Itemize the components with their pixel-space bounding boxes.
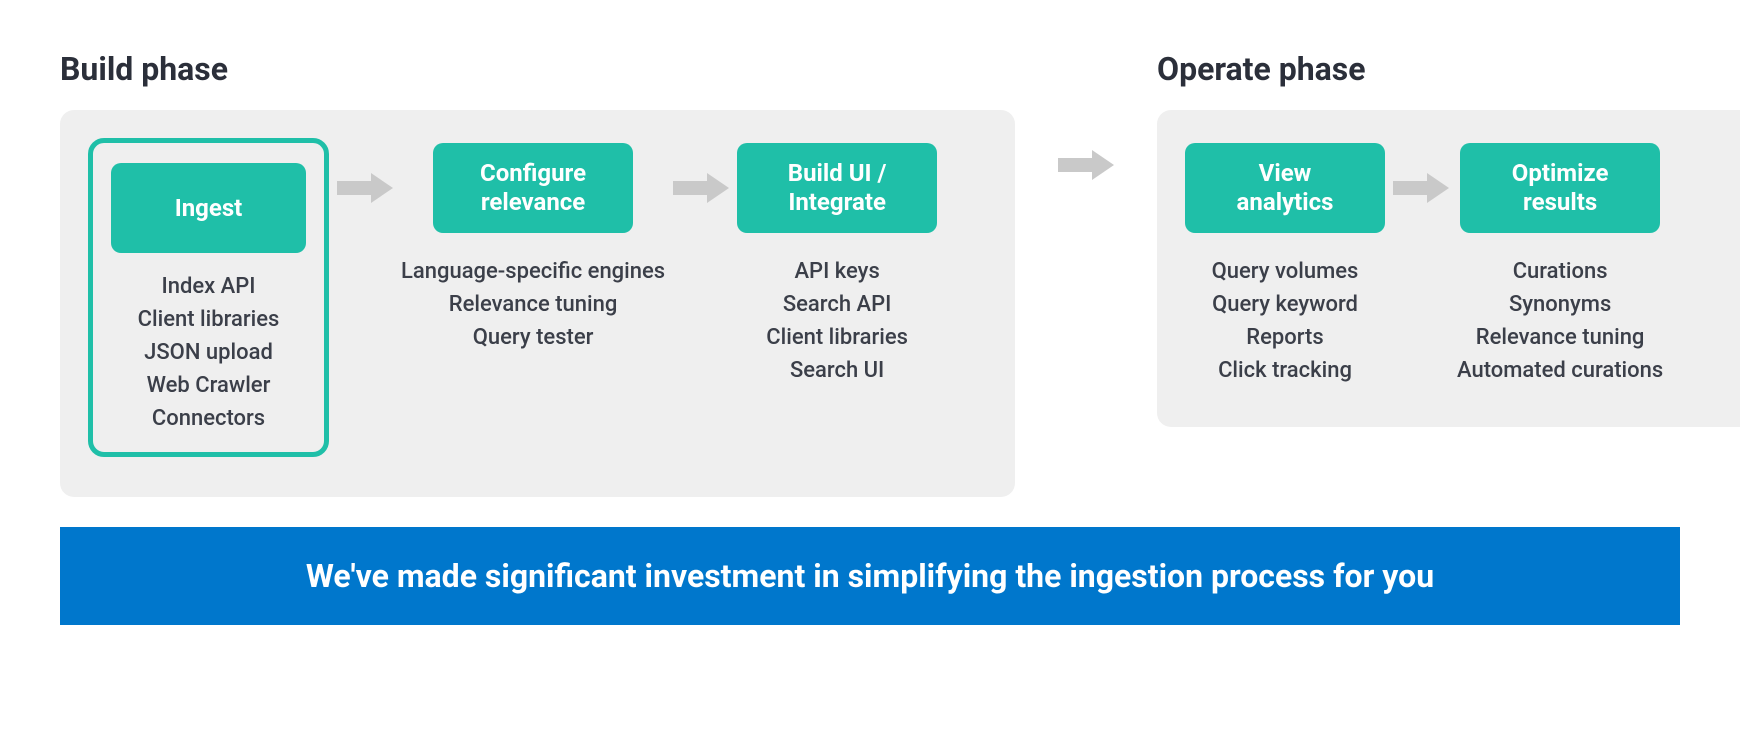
- feature: Query tester: [473, 322, 594, 354]
- step-build-ui: Build UI / Integrate API keys Search API…: [737, 138, 937, 387]
- operate-phase-title: Operate phase: [1157, 50, 1740, 88]
- build-ui-label-1: Build UI /: [788, 159, 887, 187]
- ingest-highlight-ring: Ingest Index API Client libraries JSON u…: [88, 138, 329, 457]
- feature: API keys: [794, 256, 879, 288]
- build-ui-box: Build UI / Integrate: [737, 143, 937, 233]
- feature: Reports: [1246, 322, 1323, 354]
- configure-label-2: relevance: [481, 188, 585, 216]
- feature: Automated curations: [1457, 355, 1663, 387]
- feature: Search API: [783, 289, 892, 321]
- optimize-label-1: Optimize: [1512, 159, 1609, 187]
- ingest-label: Ingest: [175, 194, 243, 223]
- phases-row: Build phase Ingest Index API Client libr…: [60, 50, 1680, 497]
- feature: Relevance tuning: [449, 289, 618, 321]
- step-optimize: Optimize results Curations Synonyms Rele…: [1457, 138, 1663, 387]
- build-ui-features: API keys Search API Client libraries Sea…: [766, 256, 908, 387]
- investment-banner: We've made significant investment in sim…: [60, 527, 1680, 625]
- feature: Client libraries: [138, 304, 280, 336]
- feature: JSON upload: [144, 337, 273, 369]
- ingest-box: Ingest: [111, 163, 306, 253]
- arrow-icon: [665, 138, 737, 238]
- operate-phase-section: Operate phase View analytics Query volum…: [1157, 50, 1740, 497]
- build-phase-title: Build phase: [60, 50, 1015, 88]
- feature: Synonyms: [1509, 289, 1611, 321]
- view-analytics-box: View analytics: [1185, 143, 1385, 233]
- step-view-analytics: View analytics Query volumes Query keywo…: [1185, 138, 1385, 387]
- step-ingest: Ingest Index API Client libraries JSON u…: [88, 138, 329, 457]
- feature: Client libraries: [766, 322, 908, 354]
- feature: Search UI: [790, 355, 884, 387]
- ingest-features: Index API Client libraries JSON upload W…: [138, 271, 280, 434]
- configure-box: Configure relevance: [433, 143, 633, 233]
- optimize-label-2: results: [1523, 188, 1597, 216]
- build-phase-panel: Ingest Index API Client libraries JSON u…: [60, 110, 1015, 497]
- view-analytics-label-1: View: [1259, 159, 1312, 187]
- configure-features: Language-specific engines Relevance tuni…: [401, 256, 665, 354]
- arrow-icon: [1385, 138, 1457, 238]
- view-analytics-features: Query volumes Query keyword Reports Clic…: [1212, 256, 1359, 387]
- view-analytics-label-2: analytics: [1237, 188, 1334, 216]
- feature: Connectors: [152, 403, 265, 435]
- feature: Query keyword: [1212, 289, 1358, 321]
- feature: Language-specific engines: [401, 256, 665, 288]
- configure-label-1: Configure: [480, 159, 586, 187]
- feature: Web Crawler: [147, 370, 271, 402]
- feature: Curations: [1513, 256, 1608, 288]
- build-ui-label-2: Integrate: [788, 188, 886, 216]
- operate-phase-panel: View analytics Query volumes Query keywo…: [1157, 110, 1740, 427]
- diagram-root: Build phase Ingest Index API Client libr…: [60, 50, 1680, 625]
- feature: Index API: [161, 271, 255, 303]
- step-configure: Configure relevance Language-specific en…: [401, 138, 665, 354]
- arrow-icon: [1050, 150, 1122, 180]
- feature: Query volumes: [1212, 256, 1359, 288]
- arrow-icon: [329, 138, 401, 238]
- optimize-features: Curations Synonyms Relevance tuning Auto…: [1457, 256, 1663, 387]
- feature: Click tracking: [1218, 355, 1352, 387]
- build-phase-section: Build phase Ingest Index API Client libr…: [60, 50, 1015, 497]
- optimize-box: Optimize results: [1460, 143, 1660, 233]
- feature: Relevance tuning: [1476, 322, 1645, 354]
